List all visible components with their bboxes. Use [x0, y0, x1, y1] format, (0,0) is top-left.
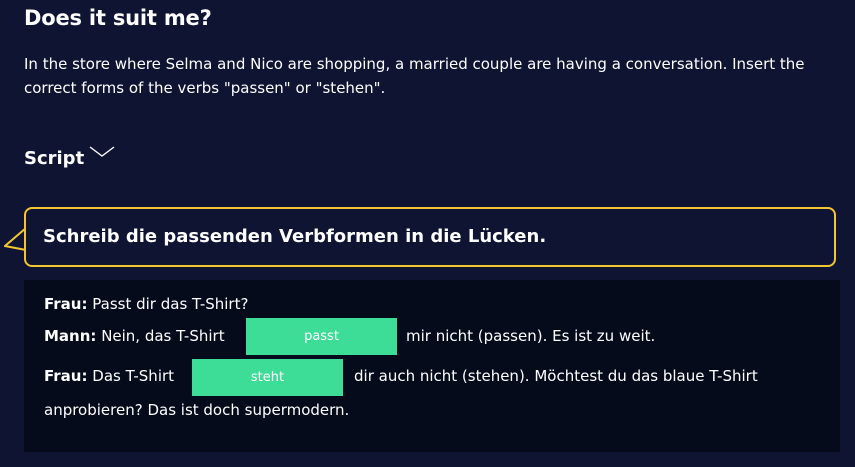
- dialogue-text: Das T-Shirt: [92, 367, 175, 385]
- chevron-down-icon: [89, 146, 115, 157]
- instruction-text: Schreib die passenden Verbformen in die …: [43, 226, 547, 247]
- exercise-description: In the store where Selma and Nico are sh…: [24, 55, 805, 97]
- dialogue-line: Frau: Passt dir das T-Shirt?: [44, 294, 248, 314]
- dialogue-panel: Frau: Passt dir das T-Shirt? Mann: Nein,…: [24, 280, 840, 452]
- dialogue-line: anprobieren? Das ist doch supermodern.: [44, 401, 350, 419]
- speaker-label: Frau:: [44, 295, 88, 313]
- dialogue-text: dir auch nicht (stehen). Möchtest du das…: [354, 367, 758, 385]
- script-label: Script: [24, 148, 85, 169]
- dialogue-text: Nein, das T-Shirt: [101, 327, 225, 345]
- dialogue-text: mir nicht (passen). Es ist zu weit.: [406, 327, 656, 345]
- answer-gap-2[interactable]: steht: [192, 359, 343, 396]
- speaker-label: Frau:: [44, 367, 88, 385]
- speaker-label: Mann:: [44, 327, 97, 345]
- dialogue-text: Passt dir das T-Shirt?: [92, 295, 249, 313]
- answer-gap-1[interactable]: passt: [246, 318, 397, 355]
- dialogue-line: Frau: Das T-Shirt: [44, 366, 174, 386]
- instruction-bubble: Schreib die passenden Verbformen in die …: [24, 207, 836, 267]
- script-toggle[interactable]: Script: [24, 146, 116, 172]
- page-title: Does it suit me?: [24, 6, 212, 30]
- dialogue-line: Mann: Nein, das T-Shirt: [44, 326, 225, 346]
